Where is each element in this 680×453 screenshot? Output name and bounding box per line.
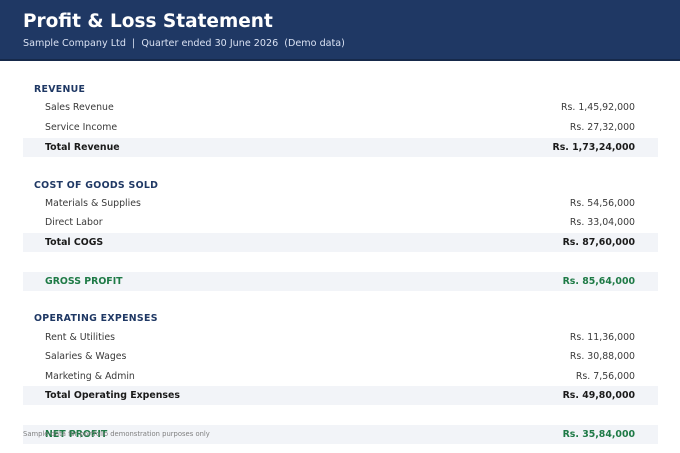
line-item-service-income: Service Income Rs. 27,32,000 xyxy=(23,118,658,137)
total-amount: Rs. 87,60,000 xyxy=(562,237,635,248)
line-item-amount: Rs. 27,32,000 xyxy=(569,122,635,133)
line-item-amount: Rs. 54,56,000 xyxy=(569,198,635,209)
total-row-revenue: Total Revenue Rs. 1,73,24,000 xyxy=(23,138,658,157)
line-item-label: Marketing & Admin xyxy=(45,371,135,382)
section-heading-opex: OPERATING EXPENSES xyxy=(34,313,158,324)
section-heading-revenue: REVENUE xyxy=(34,84,86,95)
line-item-sales-revenue: Sales Revenue Rs. 1,45,92,000 xyxy=(23,98,658,117)
gross-profit-label: GROSS PROFIT xyxy=(45,276,123,287)
line-item-label: Rent & Utilities xyxy=(45,332,116,343)
page-title: Profit & Loss Statement xyxy=(23,11,273,32)
net-profit-amount: Rs. 35,84,000 xyxy=(562,429,635,440)
gross-profit-row: GROSS PROFIT Rs. 85,64,000 xyxy=(23,272,658,291)
total-row-cogs: Total COGS Rs. 87,60,000 xyxy=(23,233,658,252)
line-item-label: Sales Revenue xyxy=(45,102,114,113)
statement-header: Profit & Loss Statement Sample Company L… xyxy=(0,0,680,61)
line-item-label: Service Income xyxy=(45,122,118,133)
line-item-direct-labor: Direct Labor Rs. 33,04,000 xyxy=(23,213,658,232)
line-item-amount: Rs. 11,36,000 xyxy=(569,332,635,343)
total-amount: Rs. 49,80,000 xyxy=(562,390,635,401)
line-item-rent-utilities: Rent & Utilities Rs. 11,36,000 xyxy=(23,328,658,347)
total-row-opex: Total Operating Expenses Rs. 49,80,000 xyxy=(23,386,658,405)
line-item-label: Direct Labor xyxy=(45,217,103,228)
footnote: Sample data for portfolio demonstration … xyxy=(23,430,210,438)
line-item-amount: Rs. 7,56,000 xyxy=(575,371,635,382)
page-subtitle: Sample Company Ltd | Quarter ended 30 Ju… xyxy=(23,38,345,49)
gross-profit-amount: Rs. 85,64,000 xyxy=(562,276,635,287)
total-label: Total COGS xyxy=(45,237,104,248)
total-label: Total Revenue xyxy=(45,142,120,153)
line-item-materials-supplies: Materials & Supplies Rs. 54,56,000 xyxy=(23,194,658,213)
section-heading-cogs: COST OF GOODS SOLD xyxy=(34,180,159,191)
line-item-label: Materials & Supplies xyxy=(45,198,141,209)
line-item-amount: Rs. 30,88,000 xyxy=(569,351,635,362)
line-item-marketing-admin: Marketing & Admin Rs. 7,56,000 xyxy=(23,367,658,386)
line-item-amount: Rs. 33,04,000 xyxy=(569,217,635,228)
total-amount: Rs. 1,73,24,000 xyxy=(552,142,636,153)
line-item-salaries-wages: Salaries & Wages Rs. 30,88,000 xyxy=(23,347,658,366)
line-item-amount: Rs. 1,45,92,000 xyxy=(560,102,635,113)
total-label: Total Operating Expenses xyxy=(45,390,180,401)
line-item-label: Salaries & Wages xyxy=(45,351,127,362)
